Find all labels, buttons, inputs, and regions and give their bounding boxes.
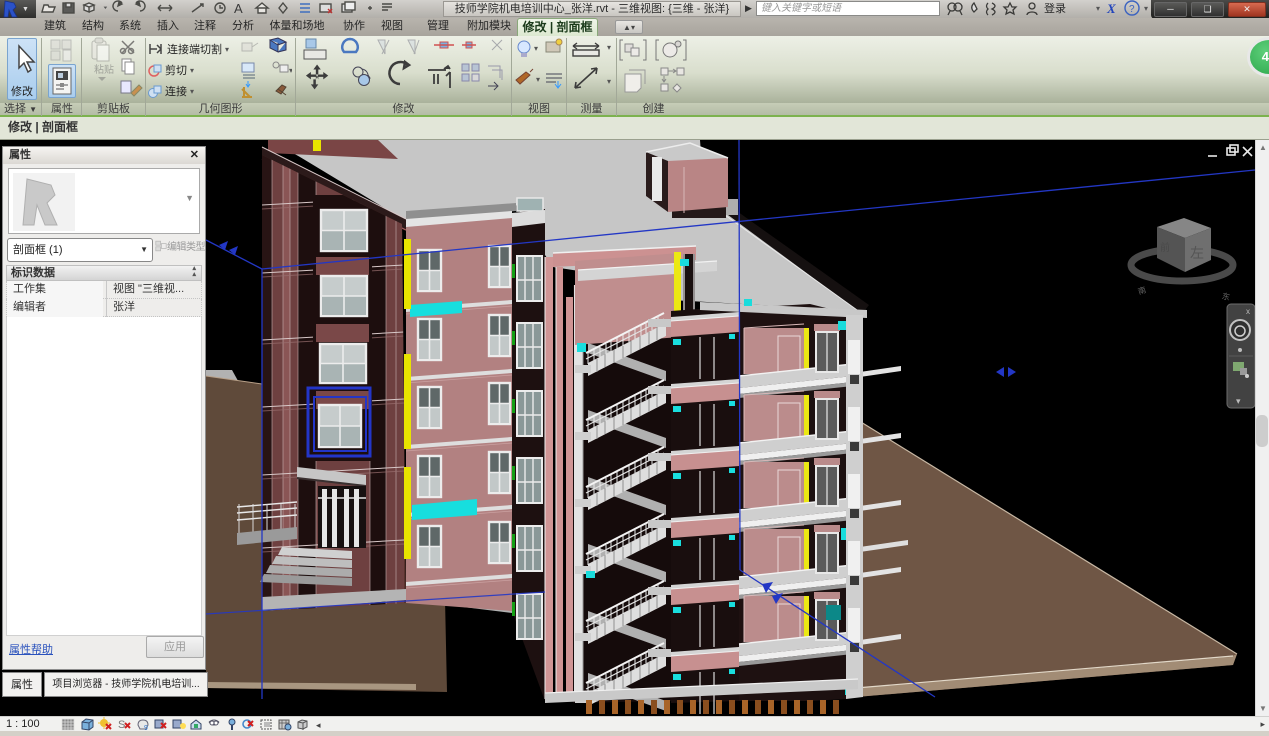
svg-text:x: x (1246, 307, 1250, 316)
svg-text:▾: ▾ (1096, 4, 1100, 13)
svg-text:前: 前 (1160, 241, 1170, 254)
svg-text:▾: ▾ (607, 77, 611, 86)
svg-text:▾: ▾ (289, 66, 292, 75)
svg-text:X: X (1106, 1, 1116, 16)
svg-text:?: ? (1129, 4, 1135, 15)
svg-text:A: A (234, 1, 243, 16)
svg-text:左: 左 (1190, 245, 1204, 261)
svg-text:登录: 登录 (1044, 1, 1066, 15)
svg-text:◂: ◂ (316, 720, 321, 730)
svg-text:▾: ▾ (1144, 4, 1148, 13)
svg-text:S: S (118, 719, 125, 731)
svg-text:▾: ▾ (1236, 396, 1241, 406)
svg-text:▾: ▾ (534, 44, 538, 53)
svg-text:▾: ▾ (536, 75, 540, 84)
svg-text:▾: ▾ (607, 43, 611, 52)
svg-text:粘贴: 粘贴 (94, 63, 114, 76)
